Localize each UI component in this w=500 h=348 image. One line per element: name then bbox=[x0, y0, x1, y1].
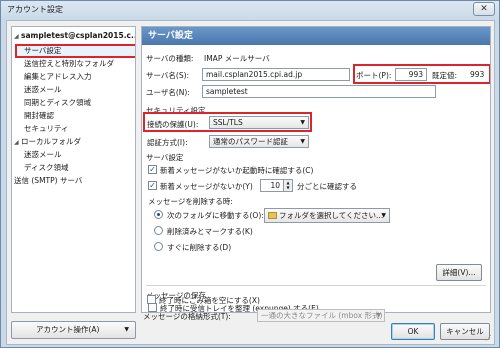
tree-account-label: sampletest@csplan2015.c... bbox=[21, 31, 136, 40]
check-minutes-input[interactable]: 10 bbox=[260, 179, 284, 192]
resize-grip-icon[interactable]: ⋰ bbox=[485, 334, 492, 342]
auth-method-value: 通常のパスワード認証 bbox=[213, 137, 288, 146]
check-every-suffix: 分ごとに確認する bbox=[297, 182, 357, 191]
tree-item-server-settings[interactable]: サーバ設定 bbox=[24, 45, 61, 57]
delete-immediately-label: すぐに削除する(D) bbox=[167, 243, 232, 252]
empty-trash-checkbox[interactable] bbox=[147, 295, 156, 304]
auth-method-select[interactable]: 通常のパスワード認証 ▼ bbox=[209, 135, 309, 148]
username-input[interactable]: sampletest bbox=[202, 85, 436, 98]
check-every-label: 新着メッセージがないか(Y) bbox=[160, 182, 253, 191]
dropdown-arrow-icon: ▼ bbox=[381, 212, 386, 219]
account-actions-button[interactable]: アカウント操作(A) ▼ bbox=[11, 321, 136, 339]
divider bbox=[146, 285, 486, 286]
dropdown-arrow-icon: ▼ bbox=[376, 312, 381, 319]
empty-trash-label: 終了時にごみ箱を空にする(X) bbox=[159, 296, 260, 305]
tree-local-label: ローカルフォルダ bbox=[21, 137, 81, 146]
server-type-label: サーバの種類: bbox=[146, 54, 194, 63]
server-settings-title: サーバ設定 bbox=[146, 153, 184, 162]
check-on-startup-checkbox[interactable]: ✓ bbox=[148, 165, 157, 174]
ok-button[interactable]: OK bbox=[391, 323, 435, 340]
server-name-input[interactable]: mail.csplan2015.cpi.ad.jp bbox=[202, 68, 350, 81]
window-title: アカウント設定 bbox=[7, 5, 63, 14]
settings-pane: サーバ設定 サーバの種類: IMAP メールサーバ サーバ名(S): mail.… bbox=[141, 26, 491, 313]
server-name-label: サーバ名(S): bbox=[146, 71, 190, 80]
store-format-label: メッセージの格納形式(T): bbox=[143, 312, 231, 321]
tree-item-receipts[interactable]: 開封確認 bbox=[24, 110, 54, 122]
dropdown-arrow-icon: ▼ bbox=[300, 138, 305, 145]
tree-local-folders[interactable]: ◢ ローカルフォルダ bbox=[14, 136, 81, 148]
target-folder-value: フォルダを選択してください... bbox=[279, 211, 384, 220]
check-on-startup-label: 新着メッセージがないか起動時に確認する(C) bbox=[160, 166, 314, 175]
collapse-triangle-icon[interactable]: ◢ bbox=[14, 137, 21, 149]
tree-item-smtp[interactable]: 送信 (SMTP) サーバ bbox=[14, 175, 82, 187]
pane-header: サーバ設定 bbox=[142, 27, 490, 45]
dropdown-arrow-icon: ▼ bbox=[300, 119, 305, 126]
connection-security-value: SSL/TLS bbox=[213, 118, 243, 127]
tree-item-junk[interactable]: 迷惑メール bbox=[24, 84, 62, 96]
tree-item-local-disk[interactable]: ディスク領域 bbox=[24, 162, 68, 174]
tree-item-sync-storage[interactable]: 同期とディスク領域 bbox=[24, 97, 91, 109]
default-port-label: 既定値: bbox=[432, 71, 458, 80]
dialog-client-area: ◢ sampletest@csplan2015.c... サーバ設定 送信控えと特… bbox=[6, 20, 495, 345]
default-port-value: 993 bbox=[470, 70, 485, 79]
advanced-button[interactable]: 詳細(V)... bbox=[436, 264, 482, 281]
delete-immediately-radio[interactable] bbox=[154, 242, 163, 251]
account-settings-window: アカウント設定 ✕ ◢ sampletest@csplan2015.c... サー… bbox=[0, 0, 500, 348]
tree-account[interactable]: ◢ sampletest@csplan2015.c... bbox=[14, 30, 136, 43]
dropdown-arrow-icon: ▼ bbox=[124, 326, 129, 333]
store-format-value: 一通の大きなファイル (mbox 形式) bbox=[261, 311, 383, 320]
target-folder-picker[interactable]: フォルダを選択してください... ▼ bbox=[264, 208, 390, 223]
collapse-triangle-icon[interactable]: ◢ bbox=[14, 31, 21, 43]
move-to-folder-radio[interactable] bbox=[154, 210, 163, 219]
connection-security-select[interactable]: SSL/TLS ▼ bbox=[209, 116, 309, 129]
tree-item-security[interactable]: セキュリティ bbox=[24, 123, 69, 135]
port-input[interactable]: 993 bbox=[395, 68, 427, 81]
minutes-spinner[interactable]: ▲ ▼ bbox=[284, 179, 293, 192]
account-tree[interactable]: ◢ sampletest@csplan2015.c... サーバ設定 送信控えと特… bbox=[11, 26, 136, 313]
auth-method-label: 認証方式(I): bbox=[147, 138, 188, 147]
tree-item-copies-folders[interactable]: 送信控えと特別なフォルダ bbox=[24, 58, 114, 70]
port-label: ポート(P): bbox=[356, 71, 392, 80]
folder-icon bbox=[268, 212, 277, 219]
tree-item-composition[interactable]: 編集とアドレス入力 bbox=[24, 71, 92, 83]
cancel-button[interactable]: キャンセル bbox=[440, 323, 490, 340]
mark-deleted-label: 削除済みとマークする(K) bbox=[167, 227, 253, 236]
account-actions-label: アカウント操作(A) bbox=[36, 325, 100, 334]
delete-behavior-label: メッセージを削除する時: bbox=[148, 197, 233, 206]
check-every-checkbox[interactable]: ✓ bbox=[148, 181, 157, 190]
mark-deleted-radio[interactable] bbox=[154, 226, 163, 235]
connection-security-label: 接続の保護(U): bbox=[147, 120, 199, 129]
username-label: ユーザ名(N): bbox=[146, 88, 190, 97]
move-to-folder-label: 次のフォルダに移動する(O): bbox=[167, 211, 264, 220]
tree-item-local-junk[interactable]: 迷惑メール bbox=[24, 149, 62, 161]
close-button[interactable]: ✕ bbox=[473, 2, 495, 16]
store-format-select: 一通の大きなファイル (mbox 形式) ▼ bbox=[257, 309, 385, 322]
server-type-value: IMAP メールサーバ bbox=[204, 54, 270, 63]
title-bar: アカウント設定 ✕ bbox=[1, 1, 499, 19]
